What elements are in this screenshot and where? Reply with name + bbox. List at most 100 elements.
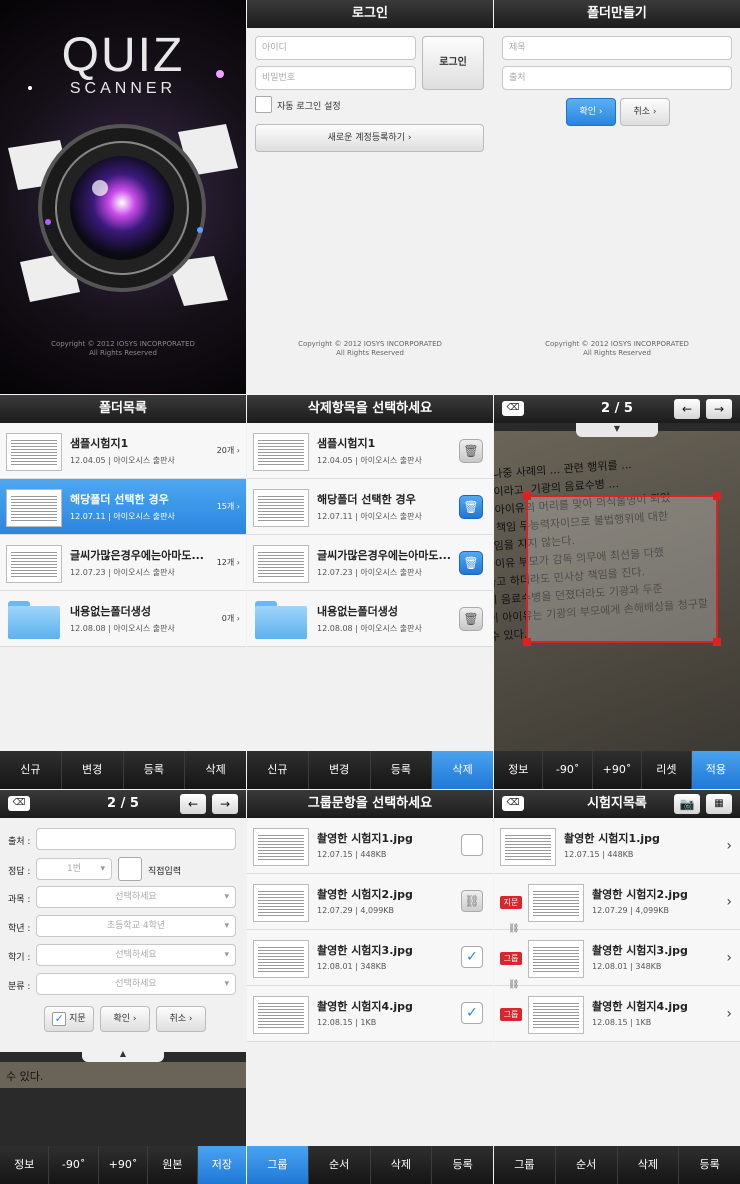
- ok-button[interactable]: 확인 ›: [566, 98, 616, 126]
- tab-original[interactable]: 원본: [147, 1146, 196, 1184]
- source-input[interactable]: [36, 828, 236, 850]
- tab-group[interactable]: 그룹: [247, 1146, 308, 1184]
- tab-new[interactable]: 신규: [0, 751, 61, 789]
- arrow-left-icon[interactable]: ←: [180, 794, 206, 814]
- list-item[interactable]: 글씨가많은경우에는아마도... 12.07.23 | 아이오시스 출판사 12개…: [0, 535, 246, 591]
- tab-delete[interactable]: 삭제: [431, 751, 493, 789]
- password-input[interactable]: 비밀번호: [255, 66, 416, 90]
- bottom-toolbar: 그룹 순서 삭제 등록: [247, 1146, 493, 1184]
- tab-rotate-left[interactable]: -90˚: [542, 751, 591, 789]
- grade-label: 학년 :: [8, 924, 31, 934]
- grade-select[interactable]: 초등학교 4학년: [36, 915, 236, 937]
- crop-handle[interactable]: [713, 638, 721, 646]
- backspace-icon[interactable]: ⌫: [502, 796, 524, 811]
- camera-icon[interactable]: 📷: [674, 794, 700, 814]
- tab-reset[interactable]: 리셋: [641, 751, 690, 789]
- list-item[interactable]: 촬영한 시험지1.jpg 12.07.15 | 448KB ›: [494, 818, 740, 874]
- item-sub: 12.07.11 | 아이오시스 출판사: [70, 512, 175, 521]
- chevron-right-icon: ›: [726, 950, 732, 966]
- crop-handle[interactable]: [713, 492, 721, 500]
- login-button[interactable]: 로그인: [422, 36, 484, 90]
- trash-icon[interactable]: 🗑: [459, 551, 483, 575]
- tab-delete[interactable]: 삭제: [184, 751, 246, 789]
- item-title: 샘플시험지1: [317, 437, 376, 450]
- tab-order[interactable]: 순서: [554, 1146, 617, 1184]
- register-button[interactable]: 새로운 계정등록하기 ›: [255, 124, 484, 152]
- copyright-line: Copyright © 2012 IOSYS INCORPORATED: [298, 340, 442, 348]
- source-input[interactable]: 출처: [502, 66, 732, 90]
- list-item[interactable]: 샘플시험지1 12.04.05 | 아이오시스 출판사 20개 ›: [0, 423, 246, 479]
- tab-register[interactable]: 등록: [369, 751, 432, 789]
- check-icon[interactable]: ✓: [461, 1002, 483, 1024]
- ok-button[interactable]: 확인 ›: [100, 1006, 150, 1032]
- arrow-right-icon[interactable]: →: [706, 399, 732, 419]
- grid-icon[interactable]: ▦: [706, 794, 732, 814]
- item-title: 해당폴더 선택한 경우: [70, 493, 169, 506]
- category-label: 분류 :: [8, 982, 31, 992]
- direct-input-checkbox[interactable]: [118, 857, 142, 881]
- trash-icon[interactable]: 🗑: [459, 495, 483, 519]
- thumbnail: [253, 433, 309, 471]
- item-title: 촬영한 시험지1.jpg: [564, 832, 660, 845]
- tab-register[interactable]: 등록: [122, 751, 185, 789]
- tab-group[interactable]: 그룹: [494, 1146, 555, 1184]
- crop-handle[interactable]: [523, 492, 531, 500]
- item-sub: 12.08.15 | 1KB: [317, 1018, 377, 1027]
- tab-register[interactable]: 등록: [678, 1146, 740, 1184]
- tab-rotate-right[interactable]: +90˚: [97, 1146, 147, 1184]
- list-item[interactable]: 내용없는폴더생성 12.08.08 | 아이오시스 출판사 0개 ›: [0, 591, 246, 647]
- arrow-left-icon[interactable]: ←: [674, 399, 700, 419]
- item-sub: 12.07.29 | 4,099KB: [592, 906, 670, 915]
- crop-frame[interactable]: [523, 492, 721, 646]
- drawer-handle[interactable]: ▲: [82, 1048, 164, 1062]
- select-checkbox[interactable]: [461, 834, 483, 856]
- link-icon[interactable]: ⛓: [461, 890, 483, 912]
- tab-edit[interactable]: 변경: [60, 751, 123, 789]
- subject-label: 과목 :: [8, 895, 31, 905]
- cancel-button[interactable]: 취소 ›: [620, 98, 670, 126]
- list-item[interactable]: 해당폴더 선택한 경우 12.07.11 | 아이오시스 출판사 15개 ›: [0, 479, 246, 535]
- list-item[interactable]: 그룹 촬영한 시험지4.jpg 12.08.15 | 1KB ›: [494, 986, 740, 1042]
- list-item: 촬영한 시험지2.jpg 12.07.29 | 4,099KB ⛓: [247, 874, 493, 930]
- trash-icon[interactable]: 🗑: [459, 607, 483, 631]
- drawer-handle[interactable]: ▼: [576, 423, 658, 437]
- term-label: 학기 :: [8, 953, 31, 963]
- subject-select[interactable]: 선택하세요: [36, 886, 236, 908]
- tab-edit[interactable]: 변경: [307, 751, 370, 789]
- tab-save[interactable]: 저장: [196, 1146, 246, 1184]
- crop-handle[interactable]: [523, 638, 531, 646]
- category-select[interactable]: 선택하세요: [36, 973, 236, 995]
- tab-apply[interactable]: 적용: [690, 751, 740, 789]
- splash-screen: QUIZ SCANNER Copyright © 2012 IOSYS INCO…: [0, 0, 246, 394]
- folder-title-input[interactable]: 제목: [502, 36, 732, 60]
- cancel-button[interactable]: 취소 ›: [156, 1006, 206, 1032]
- tab-delete[interactable]: 삭제: [616, 1146, 679, 1184]
- bottom-toolbar: 신규 변경 등록 삭제: [0, 751, 246, 789]
- tab-delete[interactable]: 삭제: [369, 1146, 432, 1184]
- auto-login-checkbox[interactable]: [255, 96, 272, 113]
- tab-rotate-left[interactable]: -90˚: [48, 1146, 97, 1184]
- passage-label: 지문: [69, 1014, 86, 1024]
- copyright-line: Copyright © 2012 IOSYS INCORPORATED: [545, 340, 689, 348]
- item-title: 촬영한 시험지3.jpg: [592, 944, 688, 957]
- passage-toggle[interactable]: ✓ 지문: [44, 1006, 94, 1032]
- item-title: 촬영한 시험지2.jpg: [317, 888, 413, 901]
- id-input[interactable]: 아이디: [255, 36, 416, 60]
- group-tag: 그룹: [500, 952, 522, 965]
- item-sub: 12.07.11 | 아이오시스 출판사: [317, 512, 422, 521]
- chevron-right-icon: ›: [236, 502, 240, 511]
- tab-new[interactable]: 신규: [247, 751, 308, 789]
- tab-register[interactable]: 등록: [431, 1146, 493, 1184]
- list-item[interactable]: 그룹 촬영한 시험지3.jpg 12.08.01 | 348KB ›: [494, 930, 740, 986]
- arrow-right-icon[interactable]: →: [212, 794, 238, 814]
- answer-select[interactable]: 1번: [36, 858, 112, 880]
- rights-line: All Rights Reserved: [336, 349, 404, 357]
- tab-info[interactable]: 정보: [0, 1146, 48, 1184]
- tab-order[interactable]: 순서: [307, 1146, 370, 1184]
- check-icon[interactable]: ✓: [461, 946, 483, 968]
- tab-info[interactable]: 정보: [494, 751, 542, 789]
- trash-icon[interactable]: 🗑: [459, 439, 483, 463]
- tab-rotate-right[interactable]: +90˚: [591, 751, 641, 789]
- list-item[interactable]: 지문 촬영한 시험지2.jpg 12.07.29 | 4,099KB ›: [494, 874, 740, 930]
- term-select[interactable]: 선택하세요: [36, 944, 236, 966]
